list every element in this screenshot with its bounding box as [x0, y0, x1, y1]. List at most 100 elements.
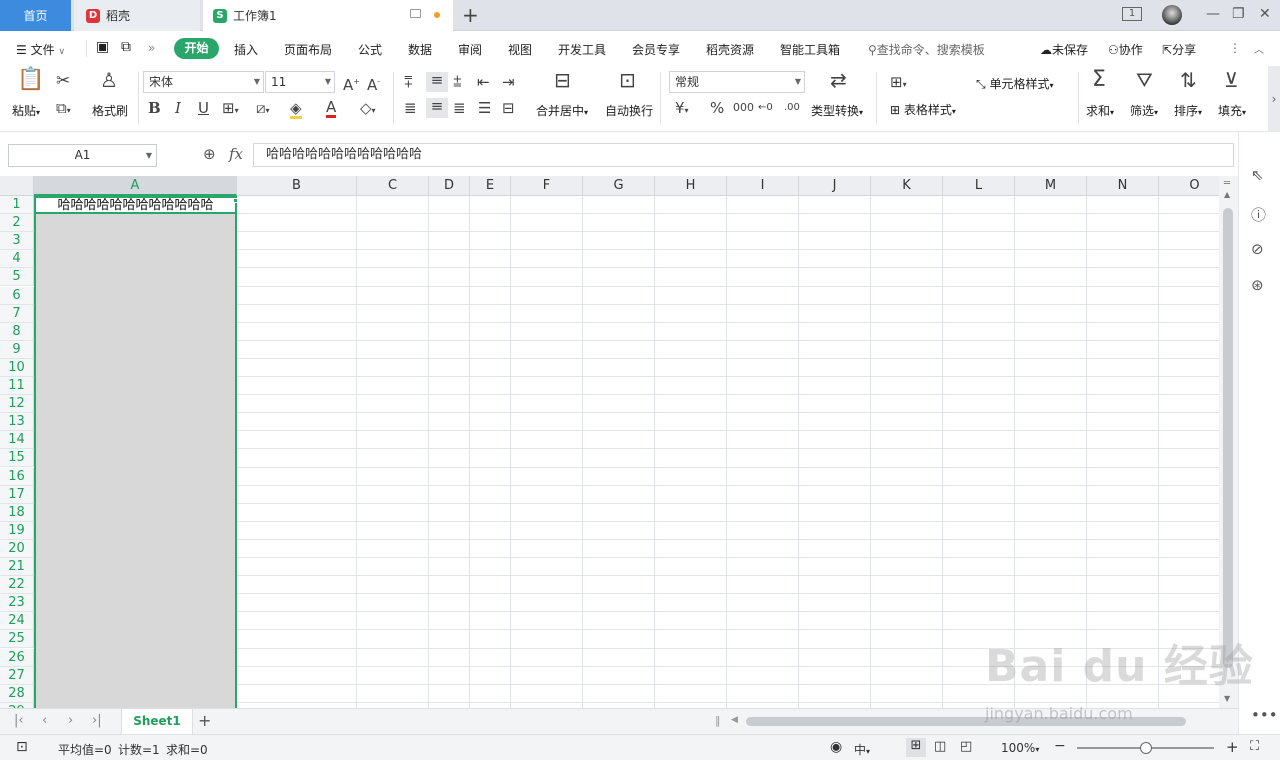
- smart-icon[interactable]: ⊛: [1251, 276, 1264, 294]
- format-painter-button[interactable]: 格式刷: [92, 102, 128, 119]
- type-convert-icon[interactable]: ⇄: [830, 70, 847, 90]
- paste-icon[interactable]: 📋: [17, 69, 44, 91]
- minimize-button[interactable]: —: [1206, 6, 1220, 22]
- row-header-8[interactable]: 8: [0, 322, 34, 341]
- add-sheet-button[interactable]: +: [198, 711, 211, 730]
- vertical-scrollbar[interactable]: ═ ▲ ▼: [1219, 176, 1238, 708]
- page-break-view-icon[interactable]: ◰: [960, 739, 972, 754]
- font-name-select[interactable]: 宋体 ▼: [143, 71, 264, 93]
- row-header-18[interactable]: 18: [0, 503, 34, 522]
- help-icon[interactable]: ⓘ: [1251, 204, 1266, 225]
- select-all-corner[interactable]: [0, 176, 34, 196]
- select-pointer-icon[interactable]: ⇖: [1251, 166, 1264, 184]
- file-menu[interactable]: ☰ 文件 ∨: [16, 41, 65, 58]
- cut-icon[interactable]: ✂: [56, 73, 70, 90]
- italic-icon[interactable]: I: [175, 100, 181, 116]
- type-convert-button[interactable]: 类型转换▾: [811, 102, 863, 119]
- vertical-scroll-thumb[interactable]: [1223, 208, 1233, 668]
- format-painter-icon[interactable]: ♙: [100, 70, 118, 90]
- column-header-c[interactable]: C: [357, 176, 429, 196]
- sum-icon[interactable]: Σ: [1092, 69, 1106, 91]
- row-header-23[interactable]: 23: [0, 594, 34, 613]
- row-header-12[interactable]: 12: [0, 395, 34, 414]
- column-header-f[interactable]: F: [511, 176, 583, 196]
- selected-column-a[interactable]: [34, 196, 237, 708]
- wrap-text-icon[interactable]: ⊡: [619, 70, 636, 90]
- tab-member[interactable]: 会员专享: [632, 41, 680, 58]
- tab-workbook[interactable]: S 工作簿1: [203, 0, 453, 31]
- column-header-h[interactable]: H: [655, 176, 727, 196]
- column-header-a[interactable]: A: [34, 176, 237, 196]
- tab-insert[interactable]: 插入: [234, 41, 258, 58]
- tab-page-layout[interactable]: 页面布局: [284, 41, 332, 58]
- unsaved-button[interactable]: ☁未保存: [1040, 41, 1088, 58]
- restore-button[interactable]: ❐: [1232, 6, 1245, 22]
- new-tab-button[interactable]: +: [462, 3, 479, 27]
- column-header-g[interactable]: G: [583, 176, 655, 196]
- sum-button[interactable]: 求和▾: [1086, 102, 1114, 119]
- tab-daoke-resources[interactable]: 稻壳资源: [706, 41, 754, 58]
- align-bottom-icon[interactable]: ⩲: [453, 74, 462, 90]
- row-header-9[interactable]: 9: [0, 340, 34, 359]
- cell-style-button[interactable]: ⤡ 单元格样式▾: [976, 75, 1053, 92]
- row-header-2[interactable]: 2: [0, 214, 34, 233]
- more-chevron-icon[interactable]: »: [148, 41, 155, 55]
- splitter-icon[interactable]: ‖: [715, 714, 721, 727]
- tab-review[interactable]: 审阅: [458, 41, 482, 58]
- display-icon[interactable]: ⊡: [16, 739, 28, 755]
- column-header-d[interactable]: D: [429, 176, 470, 196]
- column-header-b[interactable]: B: [237, 176, 357, 196]
- column-header-m[interactable]: M: [1015, 176, 1087, 196]
- input-method-icon[interactable]: 中▾: [854, 741, 870, 758]
- first-sheet-icon[interactable]: |‹: [14, 713, 24, 728]
- scroll-down-arrow-icon[interactable]: ▼: [1224, 694, 1230, 703]
- zoom-select[interactable]: 100%▾: [1001, 741, 1039, 755]
- row-header-5[interactable]: 5: [0, 268, 34, 287]
- zoom-in-icon[interactable]: +: [1226, 738, 1239, 756]
- font-size-select[interactable]: 11 ▼: [265, 71, 335, 93]
- zoom-formula-icon[interactable]: ⊕: [203, 145, 216, 163]
- zoom-out-icon[interactable]: −: [1054, 738, 1066, 754]
- row-header-27[interactable]: 27: [0, 666, 34, 685]
- font-grow-icon[interactable]: A+: [343, 74, 360, 93]
- name-box[interactable]: A1 ▼: [8, 144, 157, 167]
- align-center-icon[interactable]: ≡: [426, 98, 448, 118]
- clear-icon[interactable]: ◇▾: [360, 100, 376, 119]
- ribbon-scroll-right-icon[interactable]: ›: [1268, 66, 1280, 132]
- cell-a1[interactable]: 哈哈哈哈哈哈哈哈哈哈哈哈: [34, 196, 237, 214]
- thousands-icon[interactable]: 000: [733, 100, 754, 116]
- font-shrink-icon[interactable]: A-: [367, 74, 380, 93]
- row-header-17[interactable]: 17: [0, 485, 34, 504]
- tab-developer[interactable]: 开发工具: [558, 41, 606, 58]
- paste-button[interactable]: 粘贴▾: [12, 102, 40, 119]
- row-header-28[interactable]: 28: [0, 684, 34, 703]
- row-header-26[interactable]: 26: [0, 648, 34, 667]
- align-top-icon[interactable]: ⩱: [404, 74, 413, 90]
- bold-icon[interactable]: B: [148, 100, 161, 116]
- backup-icon[interactable]: ⊘: [1251, 240, 1264, 258]
- window-count-badge[interactable]: 1: [1122, 7, 1142, 21]
- tab-formula[interactable]: 公式: [358, 41, 382, 58]
- column-header-k[interactable]: K: [871, 176, 943, 196]
- scroll-up-arrow-icon[interactable]: ▲: [1224, 190, 1230, 199]
- tab-data[interactable]: 数据: [408, 41, 432, 58]
- tab-smart-toolbox[interactable]: 智能工具箱: [780, 41, 840, 58]
- copy-icon[interactable]: ⧉▾: [56, 100, 71, 119]
- row-header-22[interactable]: 22: [0, 576, 34, 595]
- align-right-icon[interactable]: ≣: [453, 100, 466, 116]
- tab-daoke[interactable]: D 稻壳: [74, 0, 200, 31]
- row-header-4[interactable]: 4: [0, 250, 34, 269]
- fill-color-icon[interactable]: ◈: [290, 100, 302, 119]
- decimal-decrease-icon[interactable]: .00: [784, 100, 800, 116]
- align-middle-icon[interactable]: ≡: [426, 72, 448, 92]
- wrap-text-button[interactable]: 自动换行: [605, 102, 653, 119]
- row-header-14[interactable]: 14: [0, 431, 34, 450]
- fill-pattern-icon[interactable]: ⧄▾: [256, 100, 270, 119]
- column-header-l[interactable]: L: [943, 176, 1015, 196]
- row-header-16[interactable]: 16: [0, 467, 34, 486]
- close-button[interactable]: ✕: [1259, 6, 1271, 22]
- tab-start[interactable]: 开始: [174, 38, 219, 59]
- row-header-24[interactable]: 24: [0, 612, 34, 631]
- sort-button[interactable]: 排序▾: [1174, 102, 1202, 119]
- number-format-select[interactable]: 常规 ▼: [669, 71, 805, 93]
